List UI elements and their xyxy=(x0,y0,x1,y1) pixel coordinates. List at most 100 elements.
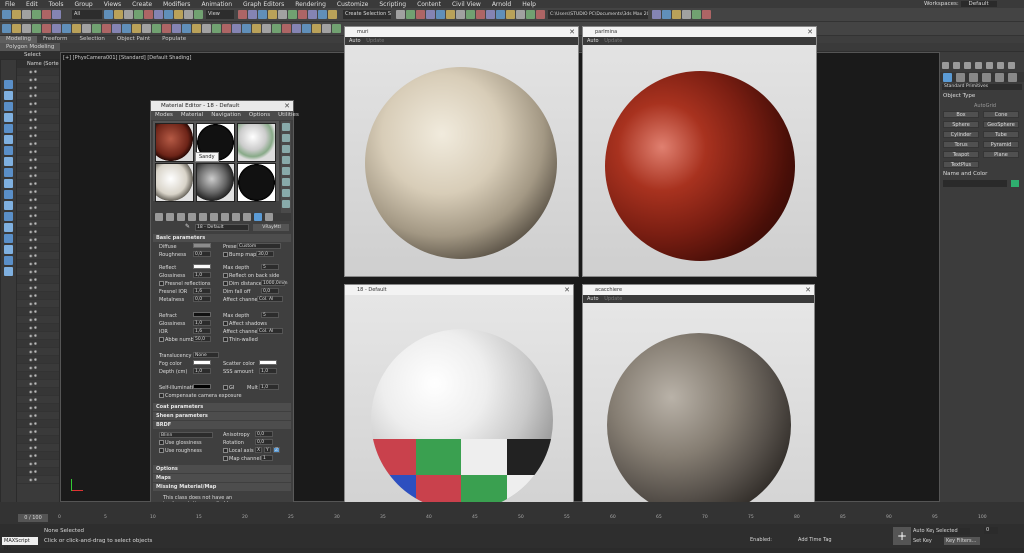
toolbar-tool-icon[interactable] xyxy=(12,24,21,33)
eye-icon[interactable]: ◉ ✱ xyxy=(17,445,37,450)
explorer-filter-icon[interactable] xyxy=(4,190,13,199)
eye-icon[interactable]: ◉ ✱ xyxy=(17,437,37,442)
ribbon-tab-freeform[interactable]: Freeform xyxy=(37,36,74,43)
toolbar-tool-icon[interactable] xyxy=(192,24,201,33)
auto-button[interactable]: Auto xyxy=(587,296,599,302)
object-category-icon[interactable] xyxy=(942,62,949,69)
toolbar-tool-icon[interactable] xyxy=(258,10,267,19)
toolbar-tool-icon[interactable] xyxy=(132,24,141,33)
reflect-swatch[interactable] xyxy=(193,264,211,269)
gloss-val-field[interactable]: 1,0 xyxy=(193,272,211,278)
toolbar-tool-icon[interactable] xyxy=(406,10,415,19)
material-tool-icon[interactable] xyxy=(232,213,240,221)
toolbar-tool-icon[interactable] xyxy=(202,24,211,33)
dim-distance-checkbox[interactable] xyxy=(223,281,228,286)
eye-icon[interactable]: ◉ ✱ xyxy=(17,133,37,138)
options-section[interactable]: Options xyxy=(153,465,291,473)
scene-list-row[interactable]: ◉ ✱ xyxy=(17,268,59,276)
toolbar-tool-icon[interactable] xyxy=(278,10,287,19)
material-side-tool-icon[interactable] xyxy=(282,189,290,197)
eye-icon[interactable]: ◉ ✱ xyxy=(17,229,37,234)
scene-list-row[interactable]: ◉ ✱ xyxy=(17,204,59,212)
scene-list-row[interactable]: ◉ ✱ xyxy=(17,172,59,180)
create-sphere-button[interactable]: Sphere xyxy=(943,121,979,128)
scene-list-row[interactable]: ◉ ✱ xyxy=(17,404,59,412)
eye-icon[interactable]: ◉ ✱ xyxy=(17,429,37,434)
toolbar-tool-icon[interactable] xyxy=(42,24,51,33)
toolbar-tool-icon[interactable] xyxy=(32,24,41,33)
object-category-icon[interactable] xyxy=(975,62,982,69)
toolbar-tool-icon[interactable] xyxy=(516,10,525,19)
close-icon[interactable]: ✕ xyxy=(805,285,811,295)
toolbar-tool-icon[interactable] xyxy=(466,10,475,19)
toolbar-tool-icon[interactable] xyxy=(496,10,505,19)
scene-list-row[interactable]: ◉ ✱ xyxy=(17,396,59,404)
explorer-filter-icon[interactable] xyxy=(4,179,13,188)
abbe-checkbox[interactable] xyxy=(159,337,164,342)
eye-icon[interactable]: ◉ ✱ xyxy=(17,253,37,258)
scene-list-row[interactable]: ◉ ✱ xyxy=(17,316,59,324)
me-menu-navigation[interactable]: Navigation xyxy=(211,111,241,120)
toolbar-tool-icon[interactable] xyxy=(212,24,221,33)
toolbar-tool-icon[interactable] xyxy=(456,10,465,19)
back-side-checkbox[interactable] xyxy=(223,273,228,278)
toolbar-tool-icon[interactable] xyxy=(536,10,545,19)
toolbar-tool-icon[interactable] xyxy=(32,10,41,19)
toolbar-tool-icon[interactable] xyxy=(486,10,495,19)
command-panel-tab-icon[interactable] xyxy=(956,73,965,82)
refract-swatch[interactable] xyxy=(193,312,211,317)
scene-list-row[interactable]: ◉ ✱ xyxy=(17,180,59,188)
eye-icon[interactable]: ◉ ✱ xyxy=(17,165,37,170)
toolbar-tool-icon[interactable] xyxy=(318,10,327,19)
scene-list-row[interactable]: ◉ ✱ xyxy=(17,380,59,388)
toolbar-tool-icon[interactable] xyxy=(506,10,515,19)
eye-icon[interactable]: ◉ ✱ xyxy=(17,317,37,322)
explorer-filter-icon[interactable] xyxy=(4,256,13,265)
me-menu-utilities[interactable]: Utilities xyxy=(278,111,299,120)
create-textplus-button[interactable]: TextPlus xyxy=(943,161,979,168)
toolbar-tool-icon[interactable] xyxy=(104,10,113,19)
scene-list-row[interactable]: ◉ ✱ xyxy=(17,108,59,116)
eye-icon[interactable]: ◉ ✱ xyxy=(17,405,37,410)
autogrid-checkbox[interactable]: AutoGrid xyxy=(974,103,996,109)
explorer-filter-icon[interactable] xyxy=(4,102,13,111)
scene-list-row[interactable]: ◉ ✱ xyxy=(17,236,59,244)
scene-list-row[interactable]: ◉ ✱ xyxy=(17,276,59,284)
explorer-filter-icon[interactable] xyxy=(4,168,13,177)
toolbar-tool-icon[interactable] xyxy=(2,24,11,33)
material-side-tool-icon[interactable] xyxy=(282,123,290,131)
toolbar-tool-icon[interactable] xyxy=(416,10,425,19)
affect-shadows-checkbox[interactable] xyxy=(223,321,228,326)
material-tool-icon[interactable] xyxy=(199,213,207,221)
scene-column-header[interactable]: Name (Sorted xyxy=(17,60,59,68)
eye-icon[interactable]: ◉ ✱ xyxy=(17,189,37,194)
object-category-icon[interactable] xyxy=(953,62,960,69)
eye-icon[interactable]: ◉ ✱ xyxy=(17,453,37,458)
eye-icon[interactable]: ◉ ✱ xyxy=(17,149,37,154)
self-illum-swatch[interactable] xyxy=(193,384,211,389)
scene-list-row[interactable]: ◉ ✱ xyxy=(17,444,59,452)
toolbar-tool-icon[interactable] xyxy=(672,10,681,19)
axis-x-button[interactable]: X xyxy=(255,447,262,453)
scene-list-row[interactable]: ◉ ✱ xyxy=(17,468,59,476)
sample-slot-wood[interactable] xyxy=(155,123,194,162)
missing-map-section[interactable]: Missing Material/Map xyxy=(153,483,291,491)
toolbar-tool-icon[interactable] xyxy=(282,24,291,33)
create-pyramid-button[interactable]: Pyramid xyxy=(983,141,1019,148)
toolbar-tool-icon[interactable] xyxy=(164,10,173,19)
coat-parameters-section[interactable]: Coat parameters xyxy=(153,403,291,411)
material-side-tool-icon[interactable] xyxy=(282,134,290,142)
explorer-filter-icon[interactable] xyxy=(4,234,13,243)
material-side-tool-icon[interactable] xyxy=(282,145,290,153)
refract-affect-field[interactable]: Col. Al xyxy=(257,328,283,334)
fresnel-ior-val-field[interactable]: 1,6 xyxy=(193,288,211,294)
toolbar-tool-icon[interactable] xyxy=(662,10,671,19)
scatter-color-swatch[interactable] xyxy=(259,360,277,365)
toolbar-tool-icon[interactable] xyxy=(292,24,301,33)
toolbar-tool-icon[interactable] xyxy=(194,10,203,19)
material-tool-icon[interactable] xyxy=(265,213,273,221)
toolbar-tool-icon[interactable] xyxy=(302,24,311,33)
material-tool-icon[interactable] xyxy=(155,213,163,221)
me-menu-options[interactable]: Options xyxy=(249,111,270,120)
toolbar-tool-icon[interactable] xyxy=(252,24,261,33)
